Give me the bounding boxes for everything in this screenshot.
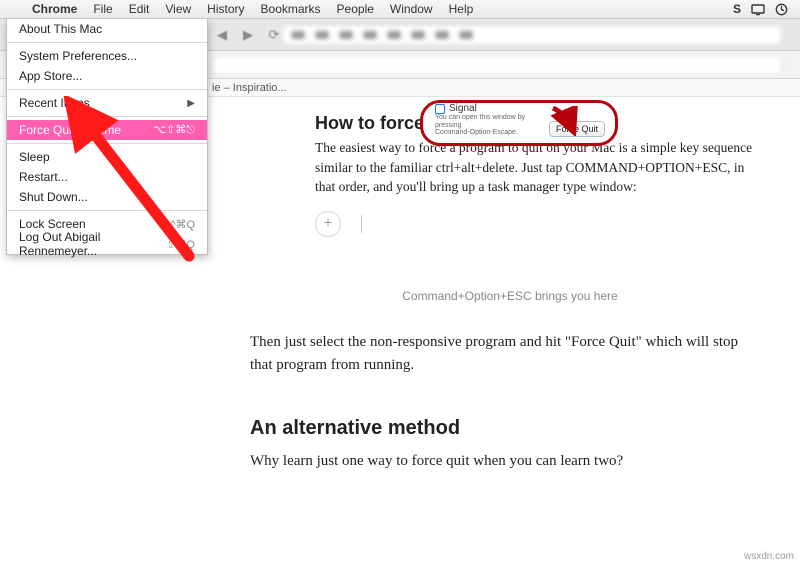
menu-sleep[interactable]: Sleep: [7, 147, 207, 167]
article-paragraph-1: The easiest way to force a program to qu…: [315, 138, 760, 197]
forward-button[interactable]: ▶: [238, 25, 258, 45]
menu-shut-down[interactable]: Shut Down...: [7, 187, 207, 207]
menu-separator: [7, 210, 207, 211]
url-field-blurred[interactable]: [212, 55, 782, 75]
editor-insert-row: +: [315, 211, 760, 237]
menubar-people[interactable]: People: [329, 2, 382, 16]
force-quit-hint: You can open this window by pressingComm…: [435, 114, 545, 137]
menu-system-preferences[interactable]: System Preferences...: [7, 46, 207, 66]
image-caption: Command+Option+ESC brings you here: [260, 289, 760, 303]
menu-separator: [7, 89, 207, 90]
menubar-history[interactable]: History: [199, 2, 252, 16]
force-quit-button[interactable]: Force Quit: [549, 121, 605, 137]
article-heading-2: An alternative method: [250, 417, 760, 440]
menubar-help[interactable]: Help: [441, 2, 482, 16]
macos-menubar: Chrome File Edit View History Bookmarks …: [0, 0, 800, 19]
menu-separator: [7, 116, 207, 117]
shortcut-label: ^⌘Q: [170, 218, 195, 231]
nav-buttons: ◀ ▶ ⟳: [212, 25, 284, 45]
force-quit-app-row: Signal: [435, 103, 477, 114]
shortcut-label: ⌥⇧⌘⎋: [153, 123, 195, 137]
menubar-view[interactable]: View: [157, 2, 199, 16]
insert-block-button[interactable]: +: [315, 211, 341, 237]
menu-restart[interactable]: Restart...: [7, 167, 207, 187]
menu-separator: [7, 42, 207, 43]
menu-about-mac[interactable]: About This Mac: [7, 19, 207, 39]
menubar-bookmarks[interactable]: Bookmarks: [253, 2, 329, 16]
force-quit-window-illustration: Signal You can open this window by press…: [420, 100, 618, 146]
tab-strip-blurred: [282, 25, 782, 45]
menubar-app-name[interactable]: Chrome: [24, 2, 85, 16]
menu-app-store[interactable]: App Store...: [7, 66, 207, 86]
time-machine-icon[interactable]: [775, 2, 788, 16]
shortcut-label: ⇧⌘Q: [166, 238, 195, 251]
screen-icon[interactable]: [751, 2, 765, 16]
menu-separator: [7, 143, 207, 144]
article-paragraph-2: Then just select the non-responsive prog…: [250, 331, 760, 378]
submenu-arrow-icon: ▶: [187, 98, 195, 109]
back-button[interactable]: ◀: [212, 25, 232, 45]
menubar-edit[interactable]: Edit: [121, 2, 158, 16]
text-cursor: [361, 215, 362, 233]
bookmark-item[interactable]: ie – Inspiratio...: [212, 82, 287, 94]
article-paragraph-3: Why learn just one way to force quit whe…: [250, 450, 760, 473]
menu-force-quit[interactable]: Force Quit Chrome⌥⇧⌘⎋: [7, 120, 207, 140]
reload-button[interactable]: ⟳: [264, 25, 284, 45]
menubar-window[interactable]: Window: [382, 2, 441, 16]
siri-icon[interactable]: S: [733, 2, 741, 16]
menu-recent-items[interactable]: Recent Items▶: [7, 93, 207, 113]
menu-log-out[interactable]: Log Out Abigail Rennemeyer...⇧⌘Q: [7, 234, 207, 254]
apple-dropdown-menu: About This Mac System Preferences... App…: [6, 19, 208, 255]
menubar-file[interactable]: File: [85, 2, 120, 16]
watermark: wsxdn.com: [744, 551, 794, 562]
menubar-right-icons: S: [733, 2, 794, 16]
